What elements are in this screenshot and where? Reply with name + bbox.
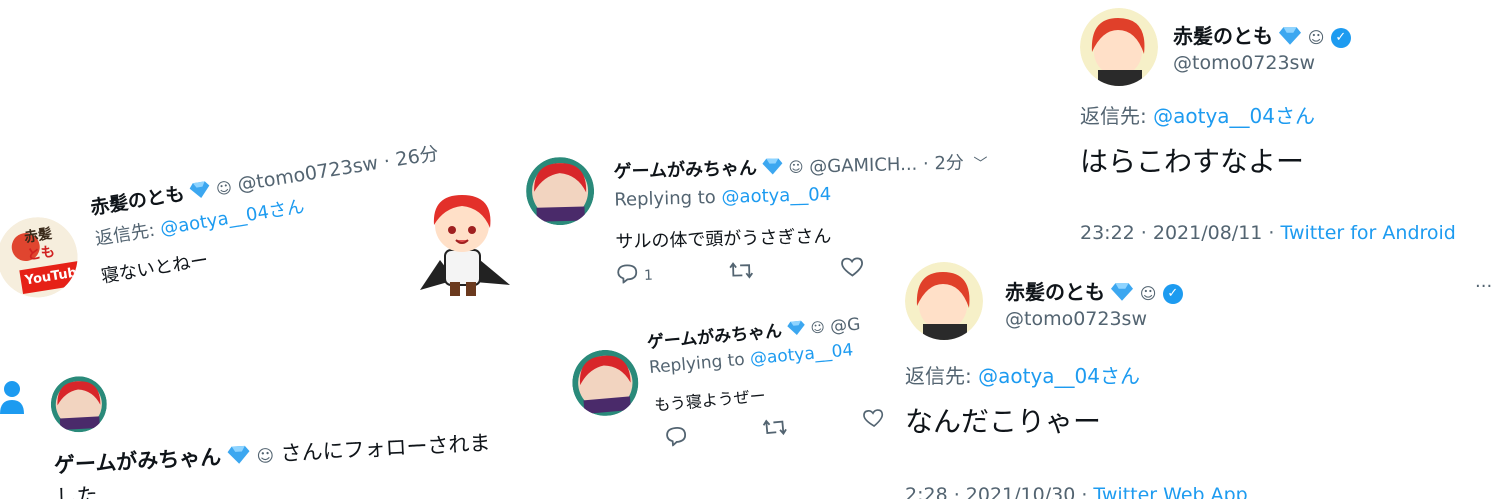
like-icon[interactable] xyxy=(840,257,865,283)
smile-icon: ☺ xyxy=(214,177,234,198)
verified-badge-icon: ✓ xyxy=(1330,27,1351,48)
action-bar: 1 xyxy=(616,257,865,288)
diamond-icon xyxy=(762,157,784,180)
retweet-icon[interactable] xyxy=(761,416,789,442)
diamond-icon xyxy=(227,444,250,469)
reply-label: 返信先: xyxy=(93,219,157,250)
tweet-source[interactable]: Twitter Web App xyxy=(1093,484,1247,499)
tweet-body: はらこわすなよー xyxy=(1080,145,1305,178)
tweet-body: なんだこりゃー xyxy=(905,405,1102,438)
reply-to-link[interactable]: @aotya__04さん xyxy=(1153,104,1315,128)
like-icon[interactable] xyxy=(862,408,886,434)
author-name[interactable]: 赤髪のとも xyxy=(1173,24,1273,48)
tweet-timestamp[interactable]: 2:28 · 2021/10/30 · xyxy=(905,484,1093,499)
tweet-body: 寝ないとねー xyxy=(99,249,210,288)
diamond-icon xyxy=(1279,26,1302,50)
separator-dot: · xyxy=(922,153,929,175)
timestamp[interactable]: 2分 xyxy=(934,153,964,175)
author-handle[interactable]: @tomo0723sw xyxy=(1005,308,1147,330)
smile-icon: ☺ xyxy=(788,159,804,177)
avatar[interactable] xyxy=(1080,8,1158,86)
avatar[interactable] xyxy=(525,156,595,226)
character-sticker xyxy=(410,190,515,300)
reply-icon[interactable] xyxy=(616,263,639,289)
avatar[interactable] xyxy=(49,375,108,434)
diamond-icon xyxy=(787,319,807,340)
author-name[interactable]: 赤髪のとも xyxy=(1005,280,1105,304)
avatar[interactable] xyxy=(570,347,642,419)
smile-icon: ☺ xyxy=(1307,28,1325,47)
reply-label: Replying to xyxy=(648,349,746,379)
follow-text: さんにフォローされま xyxy=(280,430,491,466)
action-bar xyxy=(664,408,885,451)
reply-to-link[interactable]: @aotya__04 xyxy=(721,184,831,208)
reply-icon[interactable] xyxy=(664,425,688,451)
follow-text-continued: した xyxy=(55,483,99,499)
avatar[interactable] xyxy=(905,262,983,340)
reply-to-link[interactable]: @aotya__04さん xyxy=(978,364,1140,388)
author-handle[interactable]: @G xyxy=(829,315,861,338)
reply-count: 1 xyxy=(643,267,654,284)
diamond-icon xyxy=(189,179,212,204)
author-handle[interactable]: @tomo0723sw xyxy=(236,152,380,196)
smile-icon: ☺ xyxy=(1139,284,1157,303)
smile-icon: ☺ xyxy=(810,319,826,337)
separator-dot: · xyxy=(382,150,392,173)
more-options-icon[interactable]: ··· xyxy=(1475,276,1492,297)
chevron-down-icon[interactable]: ﹀ xyxy=(973,156,987,172)
tweet-timestamp[interactable]: 23:22 · 2021/08/11 · xyxy=(1080,222,1281,244)
follower-name[interactable]: ゲームがみちゃん xyxy=(53,445,221,478)
smile-icon: ☺ xyxy=(256,445,275,467)
author-handle[interactable]: @tomo0723sw xyxy=(1173,52,1315,74)
author-handle[interactable]: @GAMICH... xyxy=(809,154,918,178)
youtube-thumbnail[interactable]: 赤髪 とも YouTube xyxy=(0,211,84,304)
reply-label: 返信先: xyxy=(905,364,972,388)
tweet-body: もう寝ようぜー xyxy=(653,386,767,415)
reply-to-link[interactable]: @aotya__04 xyxy=(749,340,854,369)
author-name[interactable]: ゲームがみちゃん xyxy=(613,158,757,183)
retweet-icon[interactable] xyxy=(728,260,755,286)
tweet-body: サルの体で頭がうさぎさん xyxy=(615,226,832,253)
timestamp[interactable]: 26分 xyxy=(394,142,440,170)
verified-badge-icon: ✓ xyxy=(1162,283,1183,304)
tweet-source[interactable]: Twitter for Android xyxy=(1281,222,1456,244)
collage: 赤髪 とも YouTube 赤髪のとも ☺ @tomo0723sw · 26分 … xyxy=(0,0,1499,499)
diamond-icon xyxy=(1111,282,1134,306)
reply-label: 返信先: xyxy=(1080,104,1147,128)
reply-label: Replying to xyxy=(614,187,717,211)
person-icon xyxy=(0,380,26,416)
